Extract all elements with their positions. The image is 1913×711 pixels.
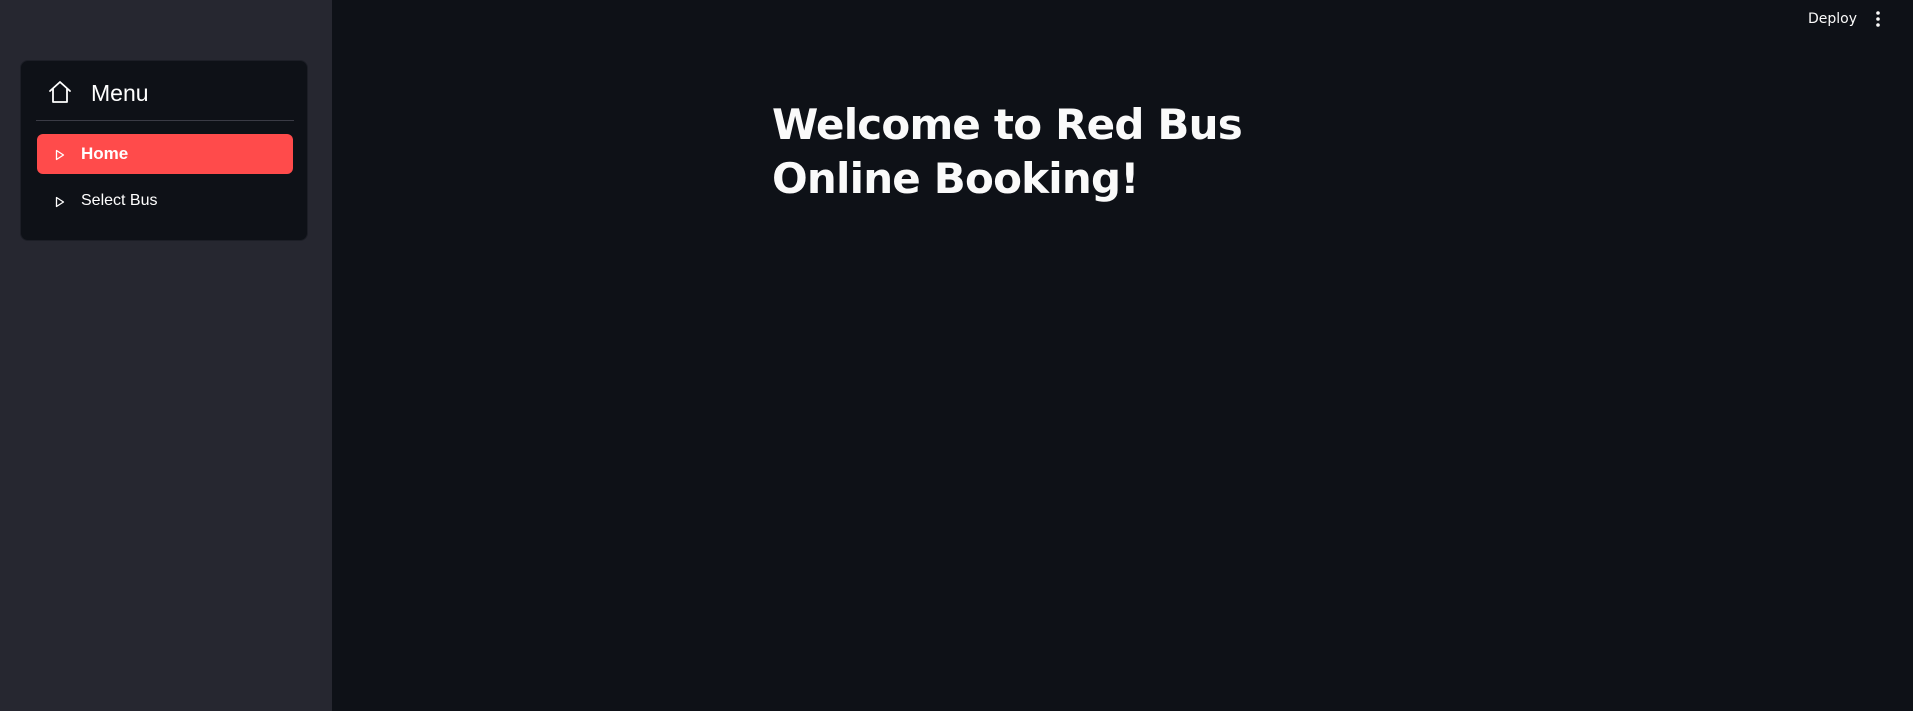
deploy-button[interactable]: Deploy xyxy=(1802,8,1863,30)
menu-divider xyxy=(36,120,294,121)
nav-item-home[interactable]: Home xyxy=(37,134,293,174)
page-title: Welcome to Red Bus Online Booking! xyxy=(772,100,1243,203)
menu-title: Menu xyxy=(91,80,149,106)
menu-header: Menu xyxy=(21,61,309,121)
nav-item-label: Select Bus xyxy=(81,192,158,209)
nav-item-select-bus[interactable]: Select Bus xyxy=(37,181,293,221)
sidebar: Menu Home Select Bus xyxy=(0,0,332,711)
home-icon xyxy=(47,80,73,104)
play-outline-icon xyxy=(55,148,65,161)
kebab-menu-icon[interactable] xyxy=(1868,8,1888,30)
play-outline-icon xyxy=(55,195,65,208)
option-menu: Menu Home Select Bus xyxy=(20,60,308,241)
app-root: Menu Home Select Bus Deploy Welcome to R… xyxy=(0,0,1913,711)
nav-item-label: Home xyxy=(81,144,129,163)
